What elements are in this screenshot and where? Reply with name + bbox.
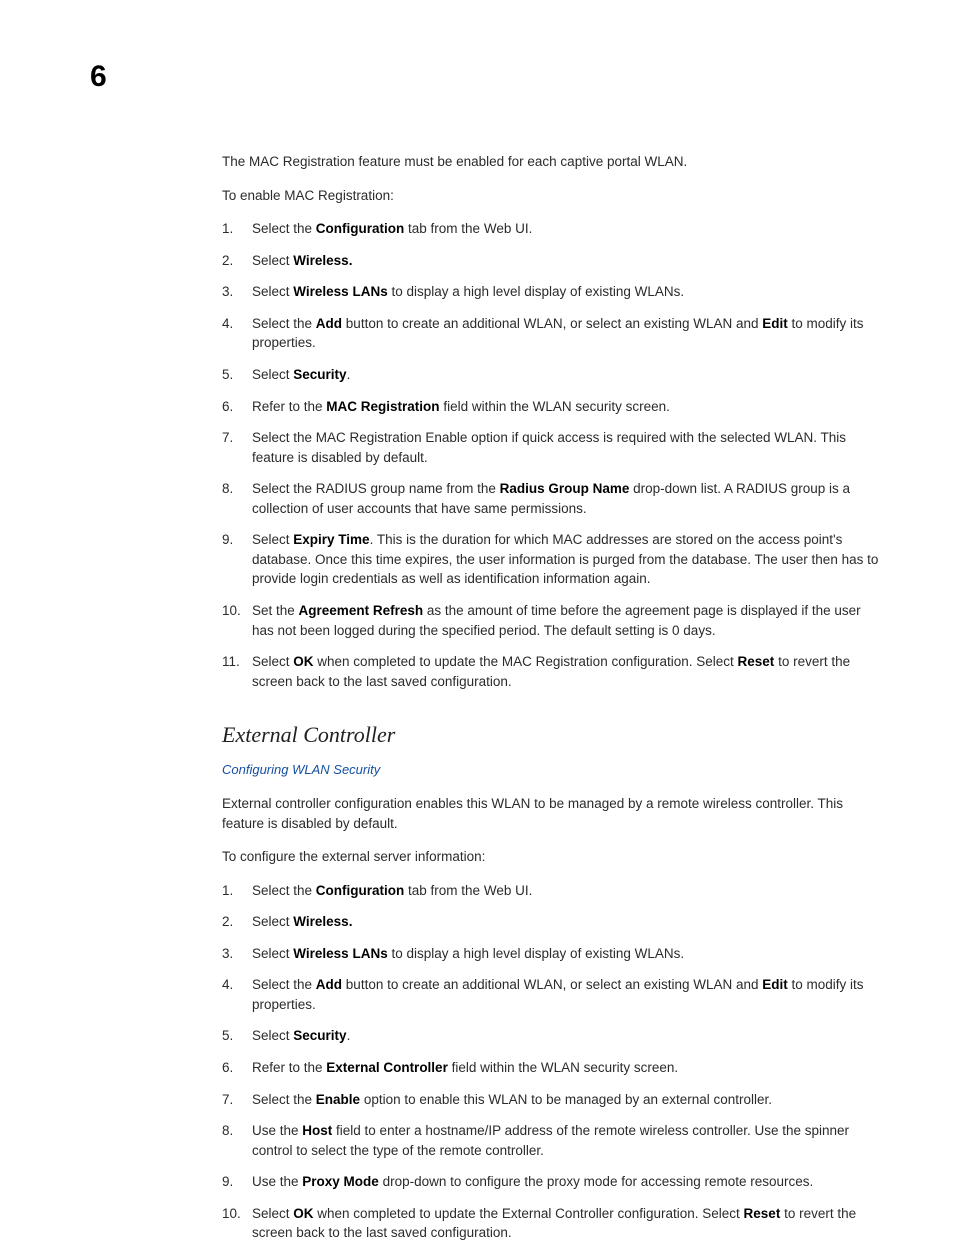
lead-in-mac-registration: To enable MAC Registration: (222, 186, 884, 206)
step-item: Select OK when completed to update the E… (222, 1204, 884, 1243)
step-text: Refer to the (252, 399, 326, 414)
bold-term: MAC Registration (326, 399, 439, 414)
step-text: Select the MAC Registration Enable optio… (252, 430, 846, 465)
bold-term: Host (302, 1123, 332, 1138)
step-text: button to create an additional WLAN, or … (342, 316, 762, 331)
step-text: Use the (252, 1123, 302, 1138)
step-text: Set the (252, 603, 299, 618)
step-text: tab from the Web UI. (404, 883, 532, 898)
bold-term: Agreement Refresh (299, 603, 424, 618)
step-item: Select the Configuration tab from the We… (222, 881, 884, 901)
step-text: Select the (252, 316, 316, 331)
step-item: Select the RADIUS group name from the Ra… (222, 479, 884, 518)
bold-term: Add (316, 316, 342, 331)
step-item: Refer to the MAC Registration field with… (222, 397, 884, 417)
bold-term: Enable (316, 1092, 360, 1107)
step-text: to display a high level display of exist… (388, 284, 684, 299)
step-text: . (347, 1028, 351, 1043)
step-text: Select the RADIUS group name from the (252, 481, 500, 496)
step-text: field to enter a hostname/IP address of … (252, 1123, 849, 1158)
step-text: Select the (252, 221, 316, 236)
step-item: Use the Host field to enter a hostname/I… (222, 1121, 884, 1160)
crossref-link[interactable]: Configuring WLAN Security (222, 761, 884, 780)
step-text: Select (252, 1028, 293, 1043)
step-item: Select the Add button to create an addit… (222, 975, 884, 1014)
step-text: when completed to update the MAC Registr… (314, 654, 738, 669)
bold-term: Security (293, 367, 346, 382)
step-item: Select Wireless LANs to display a high l… (222, 944, 884, 964)
step-item: Select Wireless. (222, 912, 884, 932)
intro-paragraph: The MAC Registration feature must be ena… (222, 152, 884, 172)
step-item: Select the Add button to create an addit… (222, 314, 884, 353)
step-text: Select (252, 284, 293, 299)
step-text: button to create an additional WLAN, or … (342, 977, 762, 992)
step-item: Select the MAC Registration Enable optio… (222, 428, 884, 467)
step-text: Select the (252, 977, 316, 992)
step-item: Select Security. (222, 365, 884, 385)
bold-term: Configuration (316, 883, 404, 898)
bold-term: Proxy Mode (302, 1174, 379, 1189)
step-text: tab from the Web UI. (404, 221, 532, 236)
step-text: Select (252, 914, 293, 929)
bold-term: Add (316, 977, 342, 992)
step-text: Select (252, 1206, 293, 1221)
step-item: Use the Proxy Mode drop-down to configur… (222, 1172, 884, 1192)
bold-term: Radius Group Name (500, 481, 630, 496)
bold-term: Configuration (316, 221, 404, 236)
bold-term: Wireless LANs (293, 946, 387, 961)
bold-term: Reset (738, 654, 775, 669)
bold-term: OK (293, 1206, 313, 1221)
bold-term: Edit (762, 977, 788, 992)
external-controller-paragraph: External controller configuration enable… (222, 794, 884, 833)
bold-term: Wireless. (293, 253, 352, 268)
step-item: Set the Agreement Refresh as the amount … (222, 601, 884, 640)
step-item: Select Expiry Time. This is the duration… (222, 530, 884, 589)
bold-term: Wireless. (293, 914, 352, 929)
step-text: Select the (252, 1092, 316, 1107)
steps-external-controller: Select the Configuration tab from the We… (222, 881, 884, 1243)
bold-term: OK (293, 654, 313, 669)
step-text: drop-down to configure the proxy mode fo… (379, 1174, 813, 1189)
steps-mac-registration: Select the Configuration tab from the We… (222, 219, 884, 691)
step-text: when completed to update the External Co… (314, 1206, 744, 1221)
step-text: Refer to the (252, 1060, 326, 1075)
step-text: Select (252, 654, 293, 669)
step-text: Select (252, 367, 293, 382)
step-text: Select (252, 532, 293, 547)
bold-term: Wireless LANs (293, 284, 387, 299)
step-item: Select the Enable option to enable this … (222, 1090, 884, 1110)
step-text: Select (252, 253, 293, 268)
bold-term: External Controller (326, 1060, 448, 1075)
step-text: . (347, 367, 351, 382)
chapter-number: 6 (90, 62, 884, 92)
bold-term: Reset (744, 1206, 781, 1221)
step-item: Select Security. (222, 1026, 884, 1046)
section-title-external-controller: External Controller (222, 719, 884, 751)
step-text: to display a high level display of exist… (388, 946, 684, 961)
bold-term: Security (293, 1028, 346, 1043)
page: 6 The MAC Registration feature must be e… (0, 0, 954, 1235)
step-text: option to enable this WLAN to be managed… (360, 1092, 772, 1107)
step-text: Use the (252, 1174, 302, 1189)
step-item: Select OK when completed to update the M… (222, 652, 884, 691)
step-text: field within the WLAN security screen. (448, 1060, 678, 1075)
step-text: Select the (252, 883, 316, 898)
step-text: field within the WLAN security screen. (440, 399, 670, 414)
lead-in-external-controller: To configure the external server informa… (222, 847, 884, 867)
step-item: Select Wireless LANs to display a high l… (222, 282, 884, 302)
step-item: Select Wireless. (222, 251, 884, 271)
step-item: Select the Configuration tab from the We… (222, 219, 884, 239)
bold-term: Edit (762, 316, 788, 331)
content-area: The MAC Registration feature must be ena… (222, 152, 884, 1243)
step-item: Refer to the External Controller field w… (222, 1058, 884, 1078)
bold-term: Expiry Time (293, 532, 369, 547)
step-text: Select (252, 946, 293, 961)
